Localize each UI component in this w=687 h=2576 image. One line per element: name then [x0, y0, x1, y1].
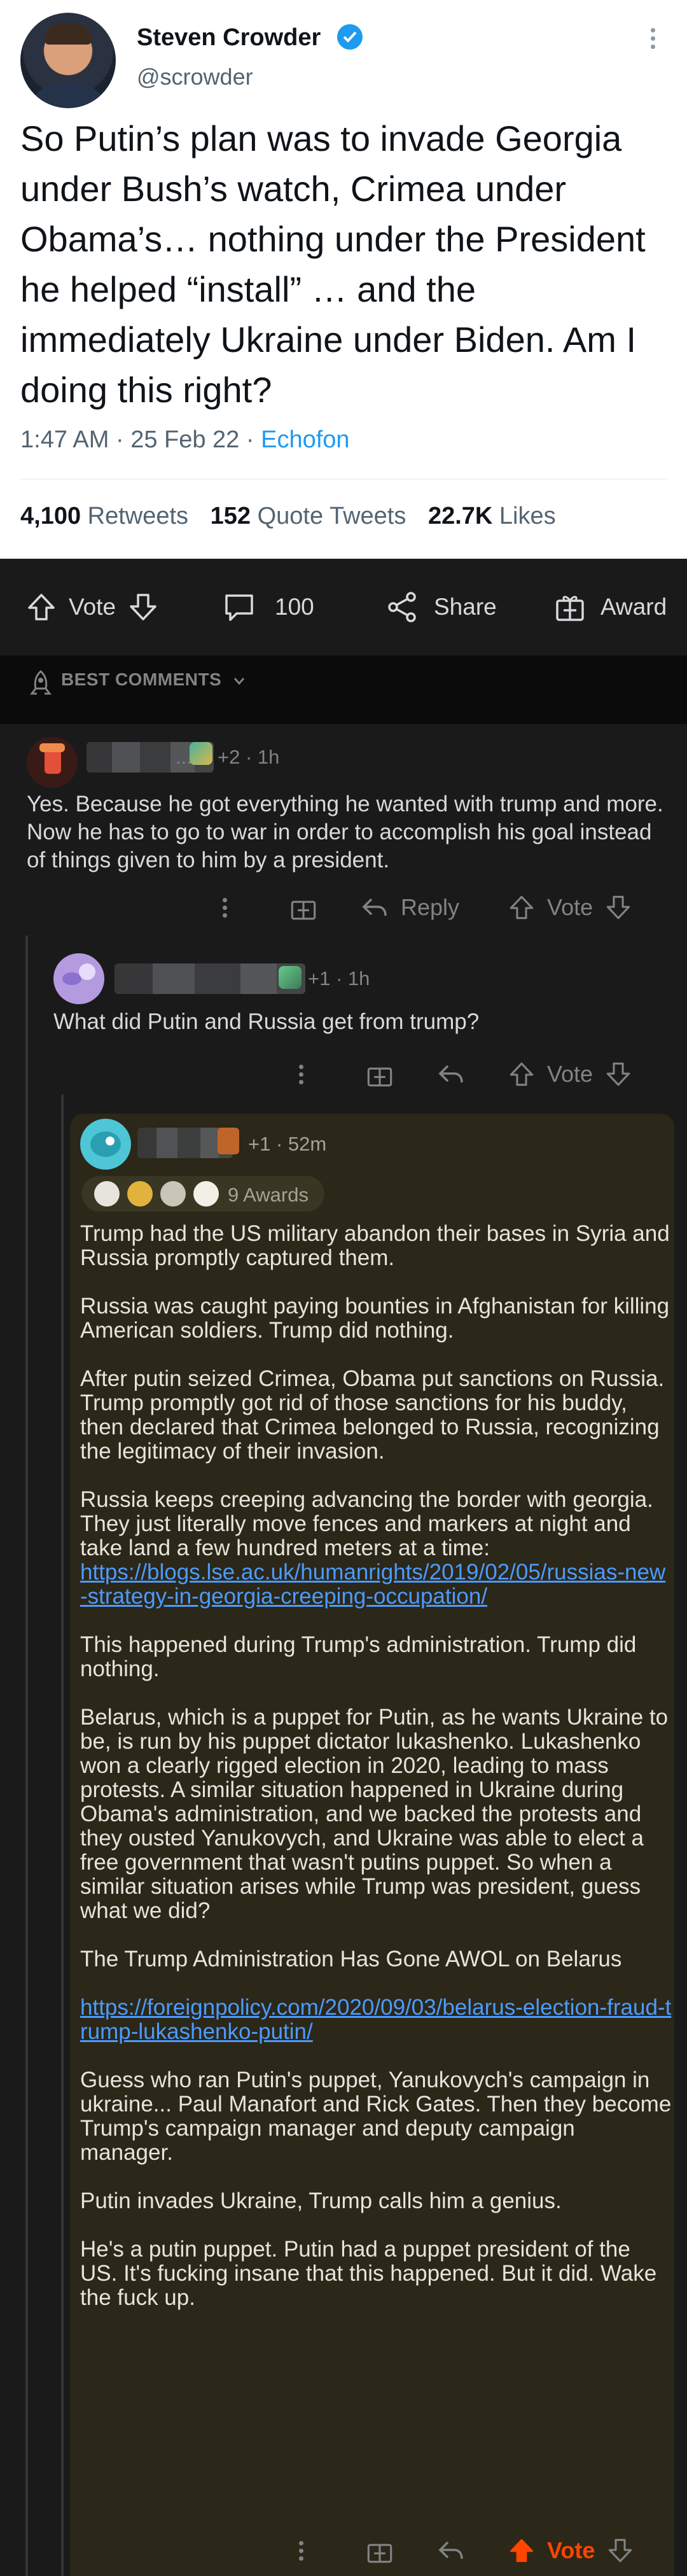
- comment-2-username-redacted[interactable]: [114, 963, 305, 994]
- share-icon: [388, 592, 416, 622]
- reply-icon[interactable]: [436, 2536, 466, 2565]
- quote-tweets-count[interactable]: 152: [211, 503, 251, 529]
- comment-1-meta: +2 · 1h: [218, 746, 280, 768]
- comment-icon: [225, 594, 253, 621]
- thread-collapse-line[interactable]: [25, 935, 28, 2576]
- upvote-icon[interactable]: [508, 893, 536, 921]
- sort-label-text: BEST COMMENTS: [61, 669, 222, 689]
- quote-tweets-label[interactable]: Quote Tweets: [258, 503, 406, 529]
- chevron-down-icon: [233, 677, 244, 685]
- tweet-source-link[interactable]: Echofon: [261, 426, 349, 453]
- tweet-text: So Putin’s plan was to invade Georgia un…: [20, 118, 646, 410]
- post-share-button[interactable]: Share: [385, 589, 497, 625]
- downvote-icon[interactable]: [604, 893, 632, 921]
- reply-icon[interactable]: [360, 893, 389, 922]
- comment-2-text: What did Putin and Russia get from trump…: [53, 1009, 480, 1034]
- author-handle[interactable]: @scrowder: [137, 64, 253, 90]
- author-avatar[interactable]: [20, 13, 116, 108]
- post-vote: Vote: [25, 589, 159, 625]
- comment-2-vote-label: Vote: [547, 1061, 593, 1087]
- more-options-icon[interactable]: [299, 2538, 305, 2564]
- comment-1-vote-label: Vote: [547, 894, 593, 920]
- comment-3-vote-label: Vote: [547, 2537, 595, 2563]
- comment-paragraph: Trump had the US military abandon their …: [80, 1221, 670, 1270]
- rocket-icon: [30, 670, 52, 695]
- post-award-button[interactable]: Award: [553, 589, 667, 625]
- user-flair-icon: [218, 1128, 239, 1154]
- more-options-icon[interactable]: [223, 895, 229, 921]
- tweet-stats: 4,100 Retweets 152 Quote Tweets 22.7K Li…: [20, 503, 556, 530]
- downvote-icon[interactable]: [604, 1060, 632, 1088]
- comment-paragraph: This happened during Trump's administrat…: [80, 1632, 637, 1681]
- comment-1-text: Yes. Because he got everything he wanted…: [27, 792, 663, 872]
- award-gift-icon[interactable]: [365, 2536, 394, 2565]
- divider: [20, 479, 667, 480]
- comment-2-meta: +1 · 1h: [308, 967, 370, 990]
- wholesome-award-icon: [160, 1181, 186, 1207]
- comment-paragraph: He's a putin puppet. Putin had a puppet …: [80, 2237, 657, 2310]
- verified-badge-icon: [337, 24, 363, 50]
- likes-count[interactable]: 22.7K: [428, 503, 492, 529]
- awards-count[interactable]: 9 Awards: [228, 1184, 309, 1207]
- user-flair-icon: [279, 966, 302, 989]
- comment-paragraph: The Trump Administration Has Gone AWOL o…: [80, 1947, 622, 1971]
- downvote-icon[interactable]: [127, 591, 159, 623]
- tweet-timestamp: 1:47 AM · 25 Feb 22 · Echofon: [20, 426, 350, 454]
- comment-3-toolbar: Vote: [299, 2531, 634, 2570]
- upvoted-icon[interactable]: [508, 2537, 536, 2565]
- comment-paragraph: Guess who ran Putin's puppet, Yanukovych…: [80, 2068, 672, 2165]
- post-vote-label: Vote: [69, 594, 116, 620]
- author-name[interactable]: Steven Crowder: [137, 24, 321, 52]
- downvote-icon[interactable]: [606, 2537, 634, 2565]
- georgia-occupation-link[interactable]: https://blogs.lse.ac.uk/humanrights/2019…: [80, 1560, 665, 1609]
- comment-3-meta: +1 · 52m: [248, 1133, 327, 1155]
- comment-paragraph: Russia was caught paying bounties in Afg…: [80, 1294, 670, 1343]
- silver-award-icon: [94, 1181, 120, 1207]
- retweets-count[interactable]: 4,100: [20, 503, 81, 529]
- belarus-election-link[interactable]: https://foreignpolicy.com/2020/09/03/bel…: [80, 1995, 671, 2044]
- post-comments-button[interactable]: 100: [223, 589, 314, 625]
- upvote-icon[interactable]: [25, 591, 57, 623]
- comment-sort-label[interactable]: BEST COMMENTS: [61, 669, 246, 690]
- user-flair-icon: [190, 742, 212, 765]
- award-gift-icon[interactable]: [365, 1060, 394, 1089]
- comment-sort-bar[interactable]: [0, 655, 687, 724]
- post-comments-count: 100: [275, 594, 314, 620]
- comment-paragraph: After putin seized Crimea, Obama put san…: [80, 1366, 665, 1464]
- comment-1-avatar[interactable]: [27, 737, 78, 788]
- reply-icon[interactable]: [436, 1060, 466, 1089]
- post-share-label: Share: [434, 594, 497, 620]
- more-options-icon[interactable]: [299, 1061, 305, 1088]
- thread-collapse-line[interactable]: [61, 1095, 64, 2576]
- retweets-label[interactable]: Retweets: [88, 503, 188, 529]
- likes-label[interactable]: Likes: [499, 503, 556, 529]
- post-award-label: Award: [600, 594, 667, 620]
- tweet-card: Steven Crowder @scrowder So Putin’s plan…: [0, 0, 687, 559]
- comment-paragraph: Russia keeps creeping advancing the bord…: [80, 1487, 653, 1560]
- comment-paragraph: Putin invades Ukraine, Trump calls him a…: [80, 2188, 562, 2213]
- comment-paragraph-with-link: Russia keeps creeping advancing the bord…: [80, 1488, 672, 1609]
- comment-1-toolbar: Reply Vote: [223, 888, 632, 927]
- award-gift-icon[interactable]: [289, 893, 318, 922]
- comment-3-avatar[interactable]: [80, 1119, 131, 1170]
- tweet-time: 1:47 AM · 25 Feb 22 ·: [20, 426, 261, 453]
- upvote-icon[interactable]: [508, 1060, 536, 1088]
- more-options-icon[interactable]: [646, 24, 659, 62]
- comment-3-body: Trump had the US military abandon their …: [80, 1222, 672, 2334]
- comment-2-toolbar: Vote: [299, 1055, 632, 1093]
- post-action-bar: Vote 100 Share Award: [0, 559, 687, 655]
- helpful-award-icon: [193, 1181, 219, 1207]
- award-gift-icon: [556, 596, 584, 621]
- comment-2-avatar[interactable]: [53, 953, 104, 1004]
- reply-label[interactable]: Reply: [401, 894, 459, 921]
- gold-award-icon: [127, 1181, 153, 1207]
- comment-paragraph: Belarus, which is a puppet for Putin, as…: [80, 1705, 669, 1923]
